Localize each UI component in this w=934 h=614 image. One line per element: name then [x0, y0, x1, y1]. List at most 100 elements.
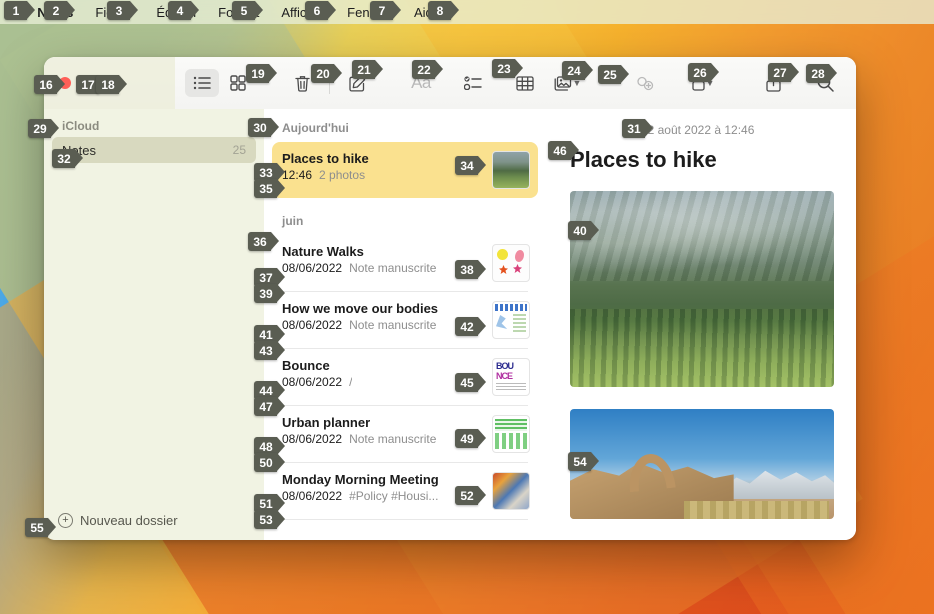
list-view-icon[interactable]: [185, 69, 219, 97]
annotation-badge-54: 54: [568, 452, 599, 471]
note-date: 08/06/2022: [282, 261, 343, 275]
note-meta-urban-planner: 08/06/2022 Note manuscrite: [282, 432, 484, 446]
annotation-badge-27: 27: [768, 63, 799, 82]
note-subtitle: /: [349, 375, 353, 389]
note-row-nature-walks[interactable]: Nature Walks 08/06/2022 Note manuscrite: [272, 235, 538, 291]
annotation-badge-2: 2: [44, 1, 75, 20]
photo-detail-brush: [683, 501, 829, 519]
note-subtitle: #Policy #Housi...: [349, 489, 439, 503]
note-row-bounce[interactable]: Bounce 08/06/2022 /: [272, 349, 538, 405]
sidebar-item-count: 25: [232, 143, 246, 157]
photo-rock-arch-image: [570, 409, 834, 519]
note-subtitle: 2 photos: [319, 168, 366, 182]
note-list[interactable]: Aujourd'hui Places to hike 12:46 2 photo…: [264, 109, 546, 540]
window-title-bar: Aa ▼ ▼: [44, 57, 856, 109]
sidebar: iCloud Notes 25 + Nouveau dossier: [44, 109, 264, 540]
notes-window: Aa ▼ ▼ iCloud 25 + Nouveau dossier Aujou…: [44, 57, 856, 540]
annotation-badge-45: 45: [455, 373, 486, 392]
note-meta-bounce: 08/06/2022 /: [282, 375, 484, 389]
note-meta-nature-walks: 08/06/2022 Note manuscrite: [282, 261, 484, 275]
photo-mountain-meadow[interactable]: [570, 191, 834, 387]
annotation-badge-47: 47: [254, 397, 285, 416]
note-date-detail: 2 août 2022 à 12:46: [647, 123, 755, 137]
section-today: Aujourd'hui: [282, 121, 349, 135]
checklist-icon[interactable]: [456, 69, 490, 97]
annotation-badge-34: 34: [455, 156, 486, 175]
annotation-badge-4: 4: [168, 1, 199, 20]
photo-detail-arch: [626, 452, 676, 493]
annotation-badge-25: 25: [598, 65, 629, 84]
note-date: 12:46: [282, 168, 313, 182]
annotation-badge-5: 5: [232, 1, 263, 20]
annotation-badge-1: 1: [4, 1, 35, 20]
annotation-badge-49: 49: [455, 429, 486, 448]
note-subtitle: Note manuscrite: [349, 318, 437, 332]
annotation-badge-36: 36: [248, 232, 279, 251]
plus-circle-icon: +: [58, 512, 73, 528]
note-date: 08/06/2022: [282, 375, 343, 389]
list-divider: [282, 519, 528, 520]
note-thumb-nature-walks: [492, 244, 530, 282]
note-date: 08/06/2022: [282, 318, 343, 332]
collaborate-icon[interactable]: [628, 69, 662, 97]
note-title-monday-meeting: Monday Morning Meeting: [282, 472, 439, 487]
note-row-text: Urban planner 08/06/2022 Note manuscrite: [282, 415, 484, 446]
note-row-text: Bounce 08/06/2022 /: [282, 358, 484, 389]
note-title-detail: Places to hike: [570, 147, 717, 172]
annotation-badge-19: 19: [246, 64, 277, 83]
annotation-badge-21: 21: [352, 60, 383, 79]
note-title-urban-planner: Urban planner: [282, 415, 371, 430]
note-row-text: Places to hike 12:46 2 photos: [282, 151, 484, 182]
note-row-urban-planner[interactable]: Urban planner 08/06/2022 Note manuscrite: [272, 406, 538, 462]
note-row-text: Nature Walks 08/06/2022 Note manuscrite: [282, 244, 484, 275]
note-title-nature-walks: Nature Walks: [282, 244, 364, 259]
annotation-badge-22: 22: [412, 60, 443, 79]
annotation-badge-53: 53: [254, 510, 285, 529]
annotation-badge-16: 16: [34, 75, 65, 94]
note-thumb-monday-meeting: [492, 472, 530, 510]
note-title-how-we-move: How we move our bodies: [282, 301, 439, 316]
note-row-text: How we move our bodies 08/06/2022 Note m…: [282, 301, 484, 332]
note-row-places-to-hike[interactable]: Places to hike 12:46 2 photos: [272, 142, 538, 198]
annotation-badge-8: 8: [428, 1, 459, 20]
note-title-places-to-hike: Places to hike: [282, 151, 369, 166]
annotation-badge-18: 18: [96, 75, 127, 94]
note-meta-places-to-hike: 12:46 2 photos: [282, 168, 484, 182]
annotation-badge-35: 35: [254, 179, 285, 198]
annotation-badge-39: 39: [254, 284, 285, 303]
annotation-badge-50: 50: [254, 453, 285, 472]
note-thumb-how-we-move: [492, 301, 530, 339]
note-meta-how-we-move: 08/06/2022 Note manuscrite: [282, 318, 484, 332]
note-subtitle: Note manuscrite: [349, 432, 437, 446]
sidebar-item-label: Notes: [62, 143, 233, 158]
annotation-badge-6: 6: [305, 1, 336, 20]
photo-mountain-meadow-image: [570, 191, 834, 387]
note-row-text: Monday Morning Meeting 08/06/2022 #Polic…: [282, 472, 484, 503]
photo-rock-arch[interactable]: [570, 409, 834, 519]
menu-bar:  Notes Fichier Édition Format Afficher …: [0, 0, 934, 24]
note-meta-monday-meeting: 08/06/2022 #Policy #Housi...: [282, 489, 484, 503]
annotation-badge-38: 38: [455, 260, 486, 279]
annotation-badge-30: 30: [248, 118, 279, 137]
note-row-how-we-move[interactable]: How we move our bodies 08/06/2022 Note m…: [272, 292, 538, 348]
annotation-badge-52: 52: [455, 486, 486, 505]
note-thumb-bounce: [492, 358, 530, 396]
annotation-badge-40: 40: [568, 221, 599, 240]
note-thumb-urban-planner: [492, 415, 530, 453]
note-row-monday-meeting[interactable]: Monday Morning Meeting 08/06/2022 #Polic…: [272, 463, 538, 519]
annotation-badge-24: 24: [562, 61, 593, 80]
window-body: iCloud Notes 25 + Nouveau dossier Aujour…: [44, 109, 856, 540]
annotation-badge-3: 3: [107, 1, 138, 20]
note-detail-pane[interactable]: 2 août 2022 à 12:46 Places to hike: [546, 109, 856, 540]
annotation-badge-20: 20: [311, 64, 342, 83]
annotation-badge-32: 32: [52, 149, 83, 168]
annotation-badge-29: 29: [28, 119, 59, 138]
annotation-badge-42: 42: [455, 317, 486, 336]
new-folder-button[interactable]: + Nouveau dossier: [44, 500, 264, 540]
annotation-badge-31: 31: [622, 119, 653, 138]
note-subtitle: Note manuscrite: [349, 261, 437, 275]
annotation-badge-7: 7: [370, 1, 401, 20]
sidebar-header-icloud: iCloud: [62, 119, 100, 133]
note-thumb-places-to-hike: [492, 151, 530, 189]
photo-detail-mountain: [723, 470, 834, 500]
